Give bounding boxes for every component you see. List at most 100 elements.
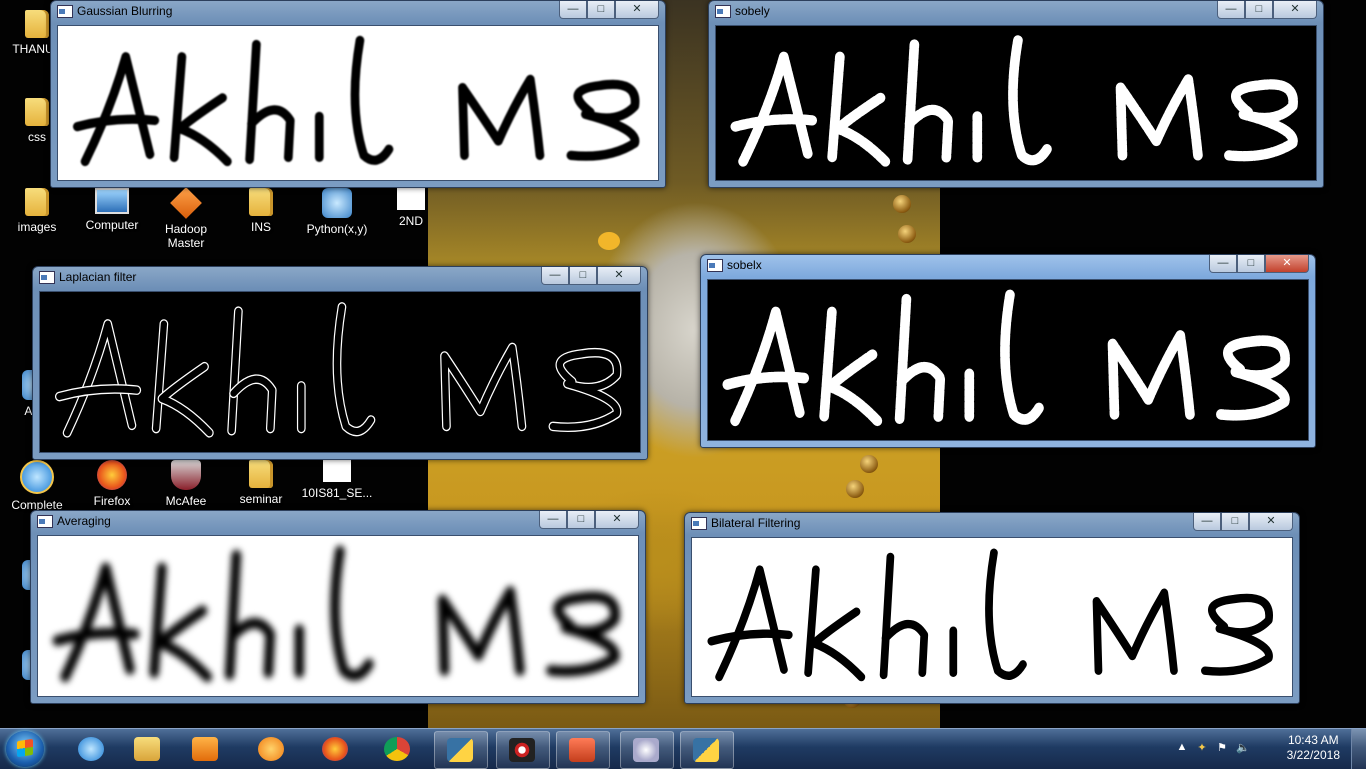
- flag-icon[interactable]: ⚑: [1216, 741, 1228, 755]
- window-titlebar[interactable]: sobelx — □ ✕: [701, 255, 1315, 277]
- image-icon: [397, 188, 425, 210]
- close-button[interactable]: ✕: [1273, 1, 1317, 19]
- folder-icon: [25, 98, 49, 126]
- taskbar-ie[interactable]: [66, 731, 118, 767]
- show-hidden-icons-icon[interactable]: ▲: [1176, 741, 1188, 755]
- taskbar-uc-browser[interactable]: [246, 731, 298, 767]
- window-title: Averaging: [57, 514, 111, 528]
- image-canvas: [691, 537, 1293, 697]
- taskbar-powerpoint[interactable]: [556, 731, 610, 769]
- window-title: Bilateral Filtering: [711, 516, 801, 530]
- taskbar: ▲ ✦ ⚑ 🔈 10:43 AM 3/22/2018: [0, 728, 1366, 769]
- desktop-icon-complete[interactable]: Complete: [0, 460, 74, 512]
- show-desktop-button[interactable]: [1351, 729, 1366, 769]
- desktop-icon-10is81[interactable]: 10IS81_SE...: [300, 460, 374, 500]
- image-canvas: [707, 279, 1309, 441]
- desktop-icon-label: Firefox: [93, 494, 131, 508]
- desktop-icon-seminar[interactable]: seminar: [224, 460, 298, 506]
- image-canvas: [39, 291, 641, 453]
- taskbar-firefox[interactable]: [310, 731, 362, 767]
- window-titlebar[interactable]: Gaussian Blurring — □ ✕: [51, 1, 665, 23]
- minimize-button[interactable]: —: [541, 267, 569, 285]
- window-titlebar[interactable]: Bilateral Filtering — □ ✕: [685, 513, 1299, 535]
- clock[interactable]: 10:43 AM 3/22/2018: [1287, 733, 1340, 763]
- close-button[interactable]: ✕: [615, 1, 659, 19]
- maximize-button[interactable]: □: [1221, 513, 1249, 531]
- app-icon: [37, 515, 53, 528]
- maximize-button[interactable]: □: [1237, 255, 1265, 273]
- image-canvas: [37, 535, 639, 697]
- handwriting-image: [73, 35, 640, 167]
- desktop-icon-label: Computer: [85, 218, 139, 232]
- start-button[interactable]: [6, 731, 44, 767]
- desktop-icon-label: McAfee: [165, 494, 207, 508]
- ie-icon: [20, 460, 54, 494]
- maximize-button[interactable]: □: [567, 511, 595, 529]
- minimize-button[interactable]: —: [539, 511, 567, 529]
- taskbar-paint[interactable]: [620, 731, 674, 769]
- clock-date: 3/22/2018: [1286, 748, 1340, 762]
- taskbar-media-player[interactable]: [180, 731, 232, 767]
- desktop-icon-computer[interactable]: Computer: [75, 188, 149, 232]
- taskbar-chrome[interactable]: [372, 731, 424, 767]
- python-icon: [447, 738, 473, 762]
- window-gaussian-blurring[interactable]: Gaussian Blurring — □ ✕: [50, 0, 666, 188]
- taskbar-spider[interactable]: [496, 731, 550, 769]
- minimize-button[interactable]: —: [559, 1, 587, 19]
- taskbar-python-app[interactable]: [680, 731, 734, 769]
- desktop-icon-2nd[interactable]: 2ND: [374, 188, 448, 228]
- media-player-icon: [192, 737, 218, 761]
- taskbar-explorer[interactable]: [122, 731, 174, 767]
- close-button[interactable]: ✕: [595, 511, 639, 529]
- window-laplacian-filter[interactable]: Laplacian filter — □ ✕: [32, 266, 648, 460]
- maximize-button[interactable]: □: [1245, 1, 1273, 19]
- app-icon: [691, 517, 707, 530]
- maximize-button[interactable]: □: [569, 267, 597, 285]
- window-bilateral-filtering[interactable]: Bilateral Filtering — □ ✕: [684, 512, 1300, 704]
- image-icon: [323, 460, 351, 482]
- close-button[interactable]: ✕: [597, 267, 641, 285]
- desktop-icon-hadoop-master[interactable]: Hadoop Master: [149, 187, 223, 250]
- desktop-icon-label: Hadoop Master: [164, 222, 208, 250]
- network-warning-icon[interactable]: ✦: [1196, 741, 1208, 755]
- window-titlebar[interactable]: sobely — □ ✕: [709, 1, 1323, 23]
- window-title: Laplacian filter: [59, 270, 137, 284]
- taskbar-python[interactable]: [434, 731, 488, 769]
- desktop-icon-pythonxy[interactable]: Python(x,y): [300, 188, 374, 236]
- desktop-icon-images[interactable]: images: [0, 188, 74, 234]
- ie-icon: [78, 737, 104, 761]
- desktop-icon-label: 10IS81_SE...: [301, 486, 373, 500]
- close-button[interactable]: ✕: [1249, 513, 1293, 531]
- uc-browser-icon: [258, 737, 284, 761]
- spider-icon: [509, 738, 535, 762]
- minimize-button[interactable]: —: [1193, 513, 1221, 531]
- computer-icon: [95, 188, 129, 214]
- folder-icon: [25, 188, 49, 216]
- minimize-button[interactable]: —: [1209, 255, 1237, 273]
- image-canvas: [715, 25, 1317, 181]
- close-button[interactable]: ✕: [1265, 255, 1309, 273]
- python-icon: [693, 738, 719, 762]
- window-sobelx[interactable]: sobelx — □ ✕: [700, 254, 1316, 448]
- desktop-icon-label: 2ND: [398, 214, 423, 228]
- firefox-icon: [97, 460, 127, 490]
- volume-icon[interactable]: 🔈: [1236, 741, 1250, 755]
- mcafee-icon: [171, 460, 201, 490]
- desktop-icon-mcafee[interactable]: McAfee: [149, 460, 223, 508]
- window-title: sobely: [735, 4, 770, 18]
- desktop-icon-firefox[interactable]: Firefox: [75, 460, 149, 508]
- window-sobely[interactable]: sobely — □ ✕: [708, 0, 1324, 188]
- folder-icon: [134, 737, 160, 761]
- window-averaging[interactable]: Averaging — □ ✕: [30, 510, 646, 704]
- app-icon: [57, 5, 73, 18]
- image-canvas: [57, 25, 659, 181]
- maximize-button[interactable]: □: [587, 1, 615, 19]
- window-titlebar[interactable]: Laplacian filter — □ ✕: [33, 267, 647, 289]
- minimize-button[interactable]: —: [1217, 1, 1245, 19]
- desktop-icon-label: images: [17, 220, 57, 234]
- handwriting-image: [730, 35, 1298, 167]
- desktop-icon-ins[interactable]: INS: [224, 188, 298, 234]
- window-titlebar[interactable]: Averaging — □ ✕: [31, 511, 645, 533]
- clock-time: 10:43 AM: [1287, 733, 1339, 747]
- paint-icon: [633, 738, 659, 762]
